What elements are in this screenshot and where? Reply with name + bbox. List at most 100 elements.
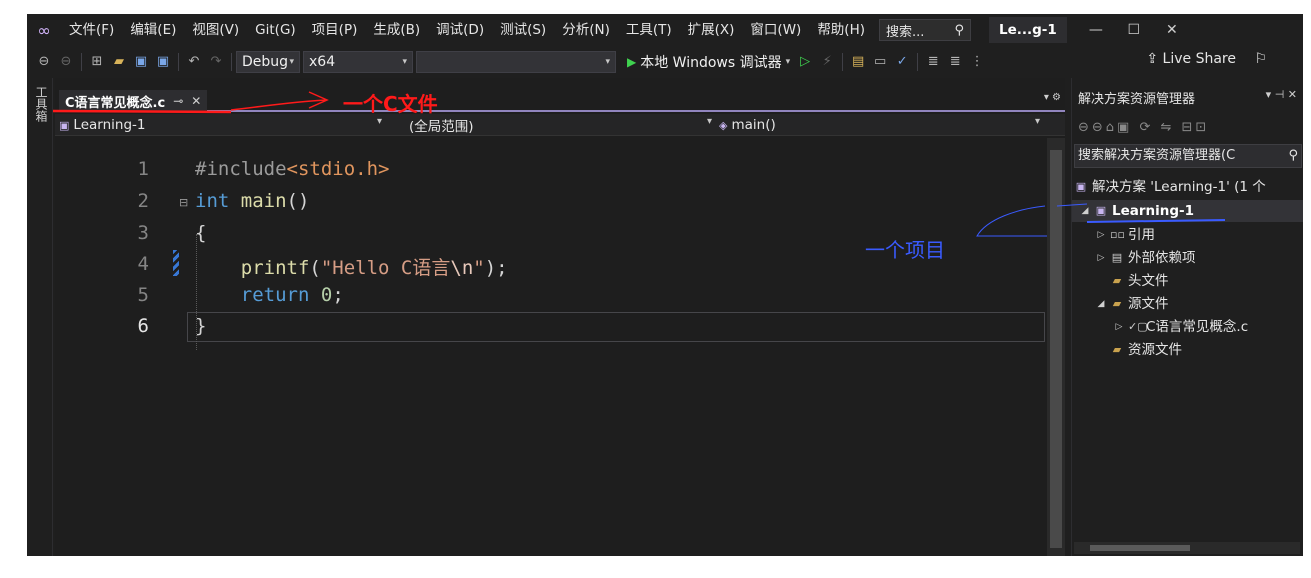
code-line-1: #include<stdio.h> [195, 158, 390, 180]
line-number: 1 [137, 158, 149, 180]
close-icon[interactable]: ✕ [1153, 14, 1191, 46]
minimize-icon[interactable]: — [1077, 14, 1115, 46]
back-icon[interactable]: ⊖ [33, 51, 55, 73]
code-line-3: { [195, 222, 207, 244]
tree-item-source-files[interactable]: ◢ ▰ 源文件 [1096, 293, 1169, 315]
menu-analyze[interactable]: 分析(N) [554, 14, 618, 46]
search-label: 搜索... [886, 24, 925, 40]
expand-icon[interactable]: ▷ [1114, 316, 1124, 338]
live-share-label: Live Share [1162, 51, 1236, 67]
change-marker [173, 250, 179, 276]
start-without-debugging-icon[interactable]: ▷ [794, 51, 816, 73]
configuration-dropdown[interactable]: Debug ▾ [236, 51, 300, 73]
play-icon: ▶ [627, 55, 637, 69]
file-icon: ✓▢ [1128, 320, 1148, 333]
toolbar-separator [917, 53, 919, 71]
undo-icon[interactable]: ↶ [183, 51, 205, 73]
tree-item-project[interactable]: ◢ ▣ Learning-1 [1072, 200, 1303, 222]
chevron-down-icon: ▾ [1035, 116, 1041, 127]
platform-value: x64 [309, 54, 336, 70]
maximize-icon[interactable]: ☐ [1115, 14, 1153, 46]
nav-scope-label: (全局范围) [409, 119, 474, 135]
annotation-c-file: 一个C文件 [343, 92, 438, 116]
line-number: 2 [137, 190, 149, 212]
pin-icon[interactable]: ⊸ [173, 94, 183, 108]
search-icon: ⚲ [1288, 148, 1298, 163]
indent-icon[interactable]: ≣ [922, 51, 944, 73]
run-label: 本地 Windows 调试器 [640, 55, 782, 71]
new-project-icon[interactable]: ⊞ [86, 51, 108, 73]
menu-git[interactable]: Git(G) [247, 14, 304, 46]
menu-edit[interactable]: 编辑(E) [122, 14, 184, 46]
startup-item-dropdown[interactable]: ▾ [416, 51, 616, 73]
outdent-icon[interactable]: ≣ [944, 51, 966, 73]
code-text-area[interactable]: ⊟ 1 2 3 4 5 6 #include<stdio.h> int main… [55, 138, 1045, 556]
horizontal-scrollbar[interactable] [1074, 542, 1300, 554]
close-tab-icon[interactable]: ✕ [191, 94, 201, 108]
scrollbar-thumb[interactable] [1090, 545, 1190, 551]
visual-studio-logo-icon[interactable]: ∞ [27, 14, 61, 46]
scrollbar-thumb[interactable] [1050, 150, 1062, 548]
menu-extensions[interactable]: 扩展(X) [680, 14, 743, 46]
tree-item-external-deps[interactable]: ▷ ▤ 外部依赖项 [1096, 247, 1196, 269]
nav-member-dropdown[interactable]: ◈ main() [719, 116, 776, 134]
menu-debug[interactable]: 调试(D) [428, 14, 492, 46]
menu-file[interactable]: 文件(F) [61, 14, 122, 46]
start-debugging-button[interactable]: ▶ 本地 Windows 调试器 ▾ [627, 52, 790, 72]
tab-c-file[interactable]: C语言常见概念.c ⊸ ✕ [59, 90, 208, 112]
browse-icon[interactable]: ▤ [847, 51, 869, 73]
tree-item-resource-files[interactable]: ▰ 资源文件 [1110, 339, 1182, 361]
expand-icon[interactable]: ▷ [1096, 224, 1106, 246]
window-layout-icon[interactable]: ▭ [869, 51, 891, 73]
tree-item-solution[interactable]: ▣ 解决方案 'Learning-1' (1 个 [1074, 176, 1266, 198]
save-all-icon[interactable]: ▣ [152, 51, 174, 73]
nav-scope-dropdown[interactable]: (全局范围) [409, 116, 474, 135]
code-editor: C语言常见概念.c ⊸ ✕ ▾ ⚙ ▣ Learning-1 ▾ (全局范围) … [55, 78, 1065, 556]
configuration-value: Debug [242, 54, 289, 70]
references-icon: ▫▫ [1110, 228, 1125, 241]
redo-icon[interactable]: ↷ [205, 51, 227, 73]
search-box[interactable]: 搜索... ⚲ [879, 19, 971, 41]
panel-options-icon[interactable]: ▾ ⊣ ✕ [1266, 88, 1297, 101]
menu-window[interactable]: 窗口(W) [742, 14, 809, 46]
tree-item-references[interactable]: ▷ ▫▫ 引用 [1096, 224, 1155, 246]
live-share-button[interactable]: ⇪ Live Share ⚐ [1146, 51, 1267, 67]
tree-item-header-files[interactable]: ▰ 头文件 [1110, 270, 1169, 292]
menu-project[interactable]: 项目(P) [304, 14, 366, 46]
nav-project-label: Learning-1 [73, 117, 146, 133]
menu-build[interactable]: 生成(B) [365, 14, 428, 46]
chevron-down-icon: ▾ [377, 116, 383, 127]
toolbar-overflow-icon[interactable]: ⋮ [966, 51, 988, 73]
nav-project-dropdown[interactable]: ▣ Learning-1 [59, 116, 145, 134]
chevron-down-icon: ▾ [289, 57, 294, 67]
solution-toolbar[interactable]: ⊖⊖⌂▣ ⟳ ⇋ ⊟⊡ [1078, 120, 1209, 135]
solution-search-input[interactable]: 搜索解决方案资源管理器(C ⚲ [1074, 144, 1302, 168]
spellcheck-icon[interactable]: ✓ [891, 51, 913, 73]
tree-item-c-file[interactable]: ▷ ✓▢ C语言常见概念.c [1114, 316, 1249, 338]
tab-list-dropdown-icon[interactable]: ▾ ⚙ [1044, 92, 1061, 103]
menu-test[interactable]: 测试(S) [492, 14, 554, 46]
chevron-down-icon: ▾ [785, 57, 791, 67]
feedback-icon[interactable]: ⚐ [1254, 51, 1267, 67]
expand-icon[interactable]: ◢ [1096, 293, 1106, 315]
save-icon[interactable]: ▣ [130, 51, 152, 73]
expand-icon[interactable]: ▷ [1096, 247, 1106, 269]
menu-view[interactable]: 视图(V) [184, 14, 247, 46]
code-line-2: int main() [195, 190, 310, 212]
chevron-down-icon: ▾ [402, 57, 407, 67]
open-file-icon[interactable]: ▰ [108, 51, 130, 73]
expand-icon[interactable]: ◢ [1080, 200, 1090, 222]
collapse-icon[interactable]: ⊟ [179, 196, 188, 209]
hot-reload-icon[interactable]: ⚡ [816, 51, 838, 73]
menu-help[interactable]: 帮助(H) [809, 14, 873, 46]
vertical-scrollbar[interactable] [1047, 138, 1065, 556]
menu-bar: ∞ 文件(F) 编辑(E) 视图(V) Git(G) 项目(P) 生成(B) 调… [27, 14, 1303, 46]
chevron-down-icon: ▾ [605, 57, 610, 67]
forward-icon[interactable]: ⊖ [55, 51, 77, 73]
solution-explorer-title: 解决方案资源管理器 [1078, 92, 1196, 107]
menu-tools[interactable]: 工具(T) [618, 14, 680, 46]
platform-dropdown[interactable]: x64 ▾ [303, 51, 413, 73]
toolbox-tab[interactable]: 工具箱 [33, 86, 50, 122]
search-icon: ⚲ [954, 22, 964, 38]
current-line-highlight [187, 312, 1045, 342]
